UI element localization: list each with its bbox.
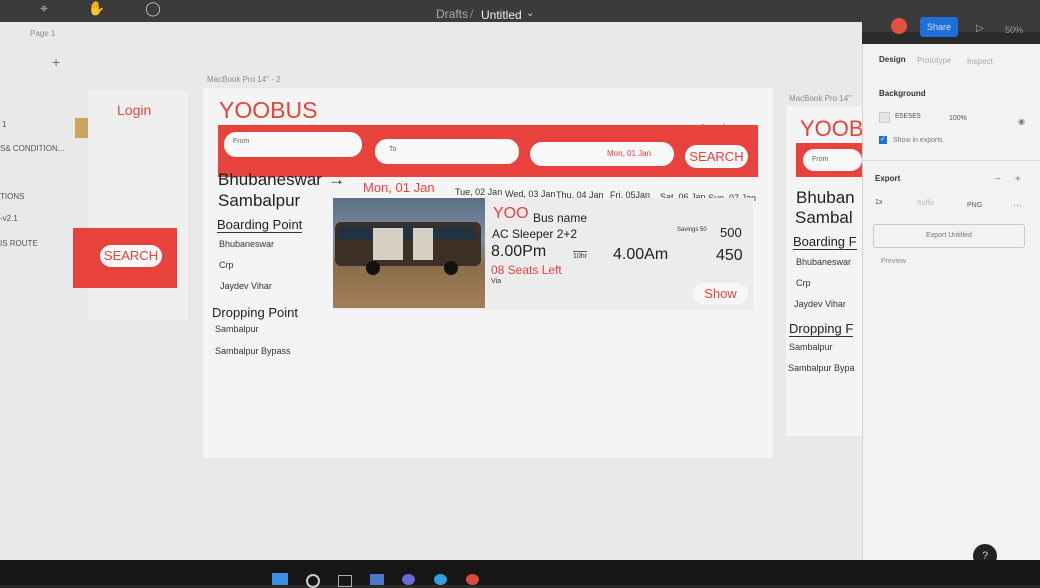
dropping-title: Dropping F: [789, 321, 854, 337]
tab-prototype[interactable]: Prototype: [917, 56, 951, 65]
layer-item[interactable]: 1: [2, 120, 6, 129]
bus-name: Bus name: [533, 211, 588, 225]
play-icon[interactable]: ▷: [976, 23, 984, 34]
search-bar: From: [796, 143, 862, 177]
boarding-title: Boarding Point: [217, 217, 303, 233]
bg-hex[interactable]: E5E5E5: [895, 113, 921, 120]
chevron-down-icon[interactable]: ⌄: [526, 8, 534, 19]
route-arrow: →: [328, 170, 345, 189]
browser-icon[interactable]: [434, 574, 447, 585]
dropping-point[interactable]: Sambalpur Bypa: [788, 363, 855, 373]
browser-icon[interactable]: [466, 574, 479, 585]
show-button[interactable]: Show: [693, 283, 748, 304]
search-button[interactable]: SEARCH: [685, 145, 748, 168]
export-scale[interactable]: 1x: [875, 199, 882, 206]
layer-item[interactable]: IS ROUTE: [0, 239, 38, 248]
boarding-title: Boarding F: [793, 234, 857, 250]
app-icon[interactable]: [370, 574, 384, 585]
more-icon[interactable]: ⋯: [1013, 200, 1022, 211]
route-to: Sambal: [795, 208, 853, 227]
zoom-level[interactable]: 50%: [1005, 25, 1023, 35]
layer-thumbnail: [75, 118, 88, 138]
boarding-point[interactable]: Crp: [796, 278, 811, 288]
date-value: Mon, 01 Jan: [607, 149, 652, 158]
logo: YOOBUS: [219, 97, 318, 123]
boarding-point[interactable]: Jaydev Vihar: [220, 281, 272, 291]
layer-item[interactable]: TIONS: [0, 192, 24, 201]
to-field[interactable]: To: [375, 139, 519, 164]
from-field[interactable]: From: [803, 149, 862, 171]
app-icon[interactable]: [402, 574, 415, 585]
dropping-point[interactable]: Sambalpur: [789, 342, 833, 352]
export-suffix[interactable]: Suffix: [917, 200, 934, 207]
background-title: Background: [879, 89, 926, 98]
frame-label: MacBook Pro 14": [789, 94, 851, 103]
frame-label: MacBook Pro 14" - 2: [207, 75, 281, 84]
export-button[interactable]: Export Untitled: [873, 224, 1025, 248]
from-placeholder: From: [233, 138, 250, 145]
bus-brand: YOO: [493, 205, 529, 222]
bg-swatch[interactable]: [879, 112, 890, 123]
search-bar: SEARCH: [73, 228, 177, 288]
to-placeholder: To: [389, 146, 397, 153]
tab-inspect[interactable]: Inspect: [967, 57, 993, 66]
canvas: Page 1 + 1 S& CONDITION... TIONS -v2.1 I…: [0, 22, 864, 567]
export-format[interactable]: PNG: [967, 202, 982, 209]
route-from: Bhubaneswar: [218, 170, 322, 189]
seats-left: 08 Seats Left: [491, 263, 562, 277]
selected-date[interactable]: Mon, 01 Jan: [363, 180, 435, 195]
show-in-exports: Show in exports: [893, 137, 943, 144]
layer-item[interactable]: -v2.1: [0, 214, 18, 223]
search-icon[interactable]: [306, 574, 320, 588]
date-tab[interactable]: Tue, 02 Jan: [455, 187, 502, 197]
duration: 10hr: [573, 251, 588, 260]
price: 450: [716, 247, 743, 264]
via-label: Via: [491, 278, 501, 285]
divider: [863, 160, 1040, 161]
design-panel: Design Prototype Inspect Background E5E5…: [862, 44, 1040, 568]
search-button[interactable]: SEARCH: [100, 245, 162, 267]
old-price: 500: [720, 225, 742, 240]
eye-icon[interactable]: ◉: [1018, 117, 1025, 126]
file-title[interactable]: Untitled: [481, 8, 522, 22]
dropping-point[interactable]: Sambalpur: [215, 324, 259, 334]
boarding-point[interactable]: Bhubaneswar: [219, 239, 274, 249]
os-taskbar: [0, 560, 1040, 588]
bg-opacity[interactable]: 100%: [949, 115, 967, 122]
login-link[interactable]: Login: [117, 102, 151, 118]
arrival-time: 4.00Am: [613, 246, 669, 263]
preview-toggle[interactable]: Preview: [881, 258, 906, 265]
boarding-point[interactable]: Jaydev Vihar: [794, 299, 846, 309]
logo: YOOB: [800, 116, 864, 141]
export-title: Export: [875, 174, 901, 183]
bus-illustration: [335, 222, 481, 275]
dropping-point[interactable]: Sambalpur Bypass: [215, 346, 291, 356]
date-field[interactable]: Mon, 01 Jan: [530, 142, 674, 166]
from-field[interactable]: From: [224, 132, 362, 157]
savings-label: Savings 50: [677, 227, 707, 233]
minus-icon[interactable]: −: [995, 174, 1001, 185]
page-label[interactable]: Page 1: [30, 29, 55, 38]
route-from: Bhuban: [796, 188, 855, 207]
taskview-icon[interactable]: [338, 575, 352, 587]
add-page-icon[interactable]: +: [52, 54, 60, 70]
from-placeholder: From: [812, 156, 829, 163]
plus-icon[interactable]: +: [1015, 174, 1021, 185]
departure-time: 8.00Pm: [491, 243, 547, 260]
route-to: Sambalpur: [218, 191, 301, 210]
avatar[interactable]: [891, 18, 907, 34]
layer-item[interactable]: S& CONDITION...: [0, 144, 64, 153]
share-button[interactable]: Share: [920, 17, 958, 37]
breadcrumb-separator: /: [470, 7, 474, 21]
dropping-title: Dropping Point: [212, 305, 298, 320]
drafts-link[interactable]: Drafts: [436, 7, 468, 21]
checkbox-checked[interactable]: ✓: [879, 136, 887, 144]
boarding-point[interactable]: Bhubaneswar: [796, 257, 851, 267]
bus-image: [333, 198, 485, 308]
toolbar-icons[interactable]: ⌖ ✋ ◯: [40, 0, 179, 17]
tab-design[interactable]: Design: [879, 55, 906, 64]
windows-start-icon[interactable]: [272, 573, 288, 585]
boarding-point[interactable]: Crp: [219, 260, 234, 270]
bus-type: AC Sleeper 2+2: [492, 227, 578, 241]
